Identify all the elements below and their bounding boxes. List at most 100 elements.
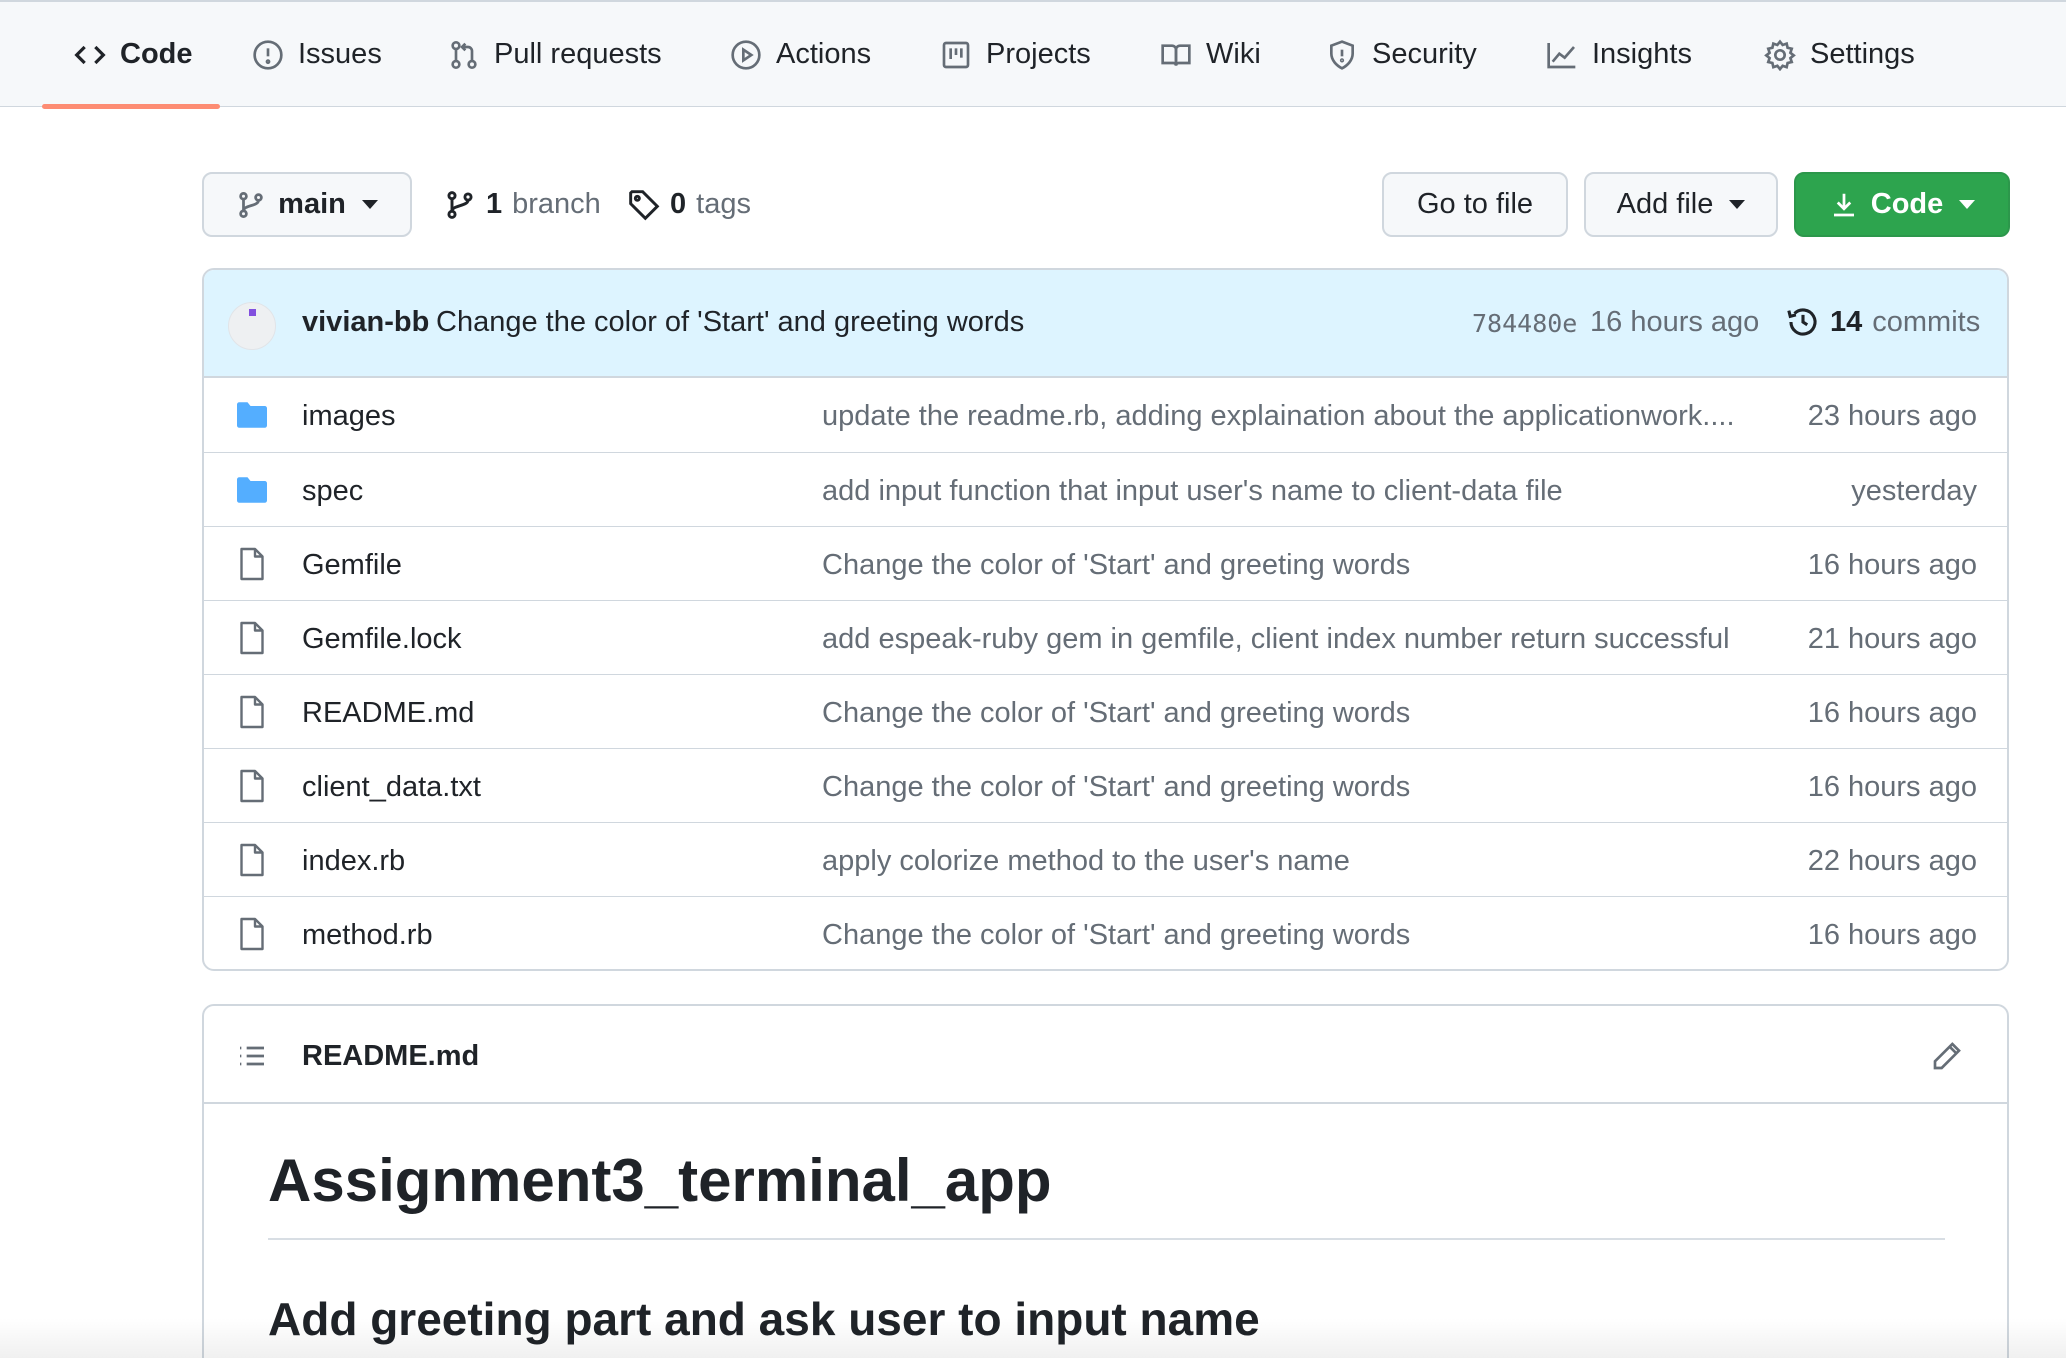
file-row[interactable]: README.md Change the color of 'Start' and…: [204, 674, 2007, 748]
tab-insights[interactable]: Insights: [1542, 2, 1696, 107]
file-name-link[interactable]: spec: [302, 475, 363, 508]
commit-label: commits: [1872, 305, 1981, 338]
file-commit-age: 22 hours ago: [1807, 845, 1977, 877]
tab-code[interactable]: Code: [70, 2, 197, 107]
file-commit-age: 16 hours ago: [1807, 771, 1977, 803]
file-commit-message[interactable]: update the readme.rb, adding explainatio…: [822, 400, 1735, 433]
file-icon: [240, 843, 264, 877]
branch-count: 1: [486, 188, 503, 220]
tab-label: Issues: [298, 38, 382, 70]
file-icon: [240, 547, 264, 581]
file-row[interactable]: Gemfile Change the color of 'Start' and g…: [204, 526, 2007, 600]
readme-panel: README.md Assignment3_terminal_app Add g…: [202, 1004, 2009, 1358]
pencil-icon[interactable]: [1931, 1040, 1963, 1072]
file-row[interactable]: method.rb Change the color of 'Start' and…: [204, 896, 2007, 969]
file-name-link[interactable]: README.md: [302, 697, 474, 730]
shield-icon: [1330, 39, 1354, 70]
file-commit-age: yesterday: [1851, 475, 1977, 507]
branch-name: main: [278, 188, 346, 220]
readme-heading-1: Assignment3_terminal_app: [268, 1147, 1052, 1214]
go-to-file-button[interactable]: Go to file: [1382, 172, 1568, 237]
tab-settings[interactable]: Settings: [1760, 2, 1919, 107]
chevron-down-icon: [1959, 200, 1976, 209]
gear-icon: [1764, 39, 1796, 71]
commits-link[interactable]: 14 commits: [1786, 300, 1980, 344]
branch-icon: [447, 190, 473, 219]
tab-label: Pull requests: [494, 38, 662, 70]
file-row[interactable]: spec add input function that input user's…: [204, 452, 2007, 526]
tab-label: Settings: [1810, 38, 1915, 70]
tab-label: Code: [120, 38, 193, 70]
file-commit-age: 23 hours ago: [1807, 400, 1977, 432]
branches-link[interactable]: 1 branch: [444, 172, 601, 237]
file-commit-message[interactable]: apply colorize method to the user's name: [822, 845, 1350, 878]
tab-security[interactable]: Security: [1322, 2, 1481, 107]
tags-link[interactable]: 0 tags: [628, 172, 751, 237]
commit-count: 14: [1830, 305, 1863, 338]
code-download-button[interactable]: Code: [1794, 172, 2010, 237]
file-name-link[interactable]: method.rb: [302, 919, 433, 952]
commit-sha[interactable]: 784480e: [1472, 309, 1577, 338]
file-row[interactable]: index.rb apply colorize method to the use…: [204, 822, 2007, 896]
folder-icon: [237, 477, 267, 503]
play-icon: [731, 39, 761, 70]
tab-pull-requests[interactable]: Pull requests: [444, 2, 666, 107]
commit-author[interactable]: vivian-bb: [302, 306, 429, 339]
code-icon: [74, 45, 106, 64]
file-name-link[interactable]: images: [302, 400, 396, 433]
book-icon: [1161, 43, 1191, 66]
file-commit-message[interactable]: add espeak-ruby gem in gemfile, client i…: [822, 623, 1730, 656]
download-icon: [1833, 193, 1854, 216]
folder-icon: [237, 402, 267, 428]
tab-label: Insights: [1592, 38, 1692, 70]
file-commit-age: 16 hours ago: [1807, 549, 1977, 581]
file-commit-age: 21 hours ago: [1807, 623, 1977, 655]
tab-projects[interactable]: Projects: [936, 2, 1095, 107]
tag-count: 0: [670, 188, 687, 220]
readme-divider: [268, 1238, 1945, 1240]
repo-nav: Code Issues Pull requests Actions Projec…: [0, 0, 2066, 109]
file-commit-message[interactable]: Change the color of 'Start' and greeting…: [822, 919, 1410, 952]
file-icon: [240, 621, 264, 655]
tab-label: Wiki: [1206, 38, 1261, 70]
tab-actions[interactable]: Actions: [726, 2, 875, 107]
readme-heading-2: Add greeting part and ask user to input …: [268, 1293, 1260, 1345]
branch-select-button[interactable]: main: [202, 172, 412, 237]
file-row[interactable]: images update the readme.rb, adding expla…: [204, 378, 2007, 452]
file-icon: [240, 769, 264, 803]
tab-wiki[interactable]: Wiki: [1156, 2, 1265, 107]
tag-label: tags: [696, 188, 751, 220]
list-icon[interactable]: [236, 1040, 268, 1072]
issue-icon: [253, 39, 283, 70]
chevron-down-icon: [361, 200, 378, 209]
file-icon: [240, 917, 264, 951]
pull-request-icon: [451, 40, 477, 69]
tab-issues[interactable]: Issues: [248, 2, 386, 107]
file-commit-message[interactable]: Change the color of 'Start' and greeting…: [822, 771, 1410, 804]
file-icon: [240, 695, 264, 729]
project-icon: [942, 41, 970, 68]
tab-label: Security: [1372, 38, 1477, 70]
readme-filename[interactable]: README.md: [302, 1040, 479, 1073]
file-name-link[interactable]: index.rb: [302, 845, 405, 878]
active-tab-underline: [42, 104, 220, 109]
file-commit-message[interactable]: Change the color of 'Start' and greeting…: [822, 697, 1410, 730]
file-commit-message[interactable]: add input function that input user's nam…: [822, 475, 1563, 508]
tab-label: Projects: [986, 38, 1091, 70]
file-name-link[interactable]: Gemfile.lock: [302, 623, 462, 656]
go-to-file-label: Go to file: [1416, 188, 1534, 220]
file-list: vivian-bb Change the color of 'Start' an…: [202, 268, 2009, 971]
file-commit-age: 16 hours ago: [1807, 697, 1977, 729]
file-commit-message[interactable]: Change the color of 'Start' and greeting…: [822, 549, 1410, 582]
file-row[interactable]: Gemfile.lock add espeak-ruby gem in gemfi…: [204, 600, 2007, 674]
commit-message[interactable]: Change the color of 'Start' and greeting…: [436, 306, 1024, 339]
file-row[interactable]: client_data.txt Change the color of 'Star…: [204, 748, 2007, 822]
commit-age: 16 hours ago: [1590, 306, 1760, 338]
file-name-link[interactable]: client_data.txt: [302, 771, 481, 804]
graph-icon: [1547, 42, 1576, 68]
history-icon: [1787, 308, 1817, 336]
readme-header: README.md: [204, 1006, 2007, 1104]
add-file-button[interactable]: Add file: [1584, 172, 1778, 237]
file-name-link[interactable]: Gemfile: [302, 549, 402, 582]
avatar[interactable]: [228, 302, 276, 350]
